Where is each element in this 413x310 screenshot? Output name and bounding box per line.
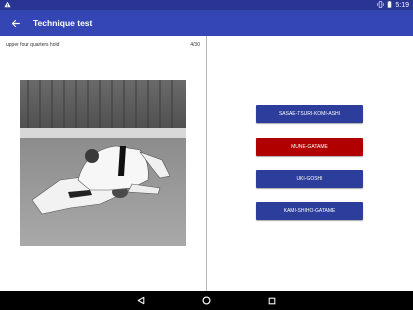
page-title: Technique test — [33, 18, 93, 28]
question-progress: 4/30 — [190, 42, 200, 48]
answer-button-2[interactable]: MUNE-GATAME — [256, 138, 363, 156]
answers-pane: SASAE-TSURI-KOMI-ASHI MUNE-GATAME UKI-GO… — [207, 36, 413, 291]
recents-square-icon[interactable] — [266, 295, 278, 306]
question-text: upper four quarters hold — [6, 42, 60, 48]
arrow-back-icon[interactable] — [8, 16, 22, 30]
answer-button-3[interactable]: UKI-GOSHI — [256, 170, 363, 188]
system-nav-bar — [0, 291, 413, 310]
technique-photo — [20, 80, 186, 246]
vibrate-icon — [377, 0, 384, 10]
battery-icon — [387, 0, 392, 10]
back-triangle-icon[interactable] — [135, 295, 147, 306]
home-circle-icon[interactable] — [200, 295, 212, 306]
answer-button-4[interactable]: KAMI-SHIHO-GATAME — [256, 202, 363, 220]
status-time: 5:19 — [395, 1, 409, 9]
warning-icon — [4, 1, 11, 10]
answer-button-1[interactable]: SASAE-TSURI-KOMI-ASHI — [256, 105, 363, 123]
app-bar: Technique test — [0, 10, 413, 36]
status-bar: 5:19 — [0, 0, 413, 10]
